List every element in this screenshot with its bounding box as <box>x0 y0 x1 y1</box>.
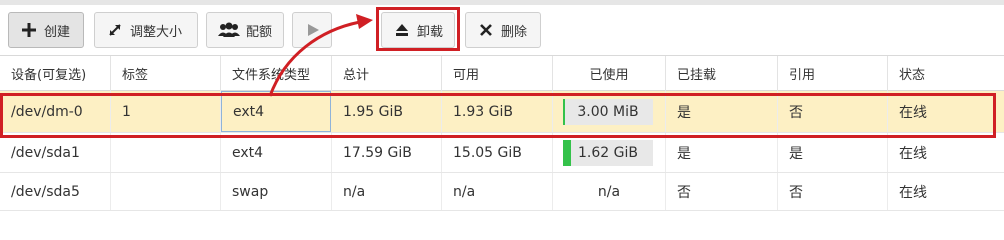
toolbar: 创建 调整大小 配额 卸载 删除 <box>0 5 1004 55</box>
cell-mounted: 否 <box>666 173 778 210</box>
cell-device: /dev/sda1 <box>0 133 111 172</box>
usage-bar: 1.62 GiB <box>563 140 653 166</box>
cell-status: 在线 <box>899 184 927 201</box>
header-used[interactable]: 已使用 <box>553 56 666 91</box>
table-header: 设备(可复选) 标签 文件系统类型 总计 可用 已使用 已挂载 引用 状态 <box>0 55 1004 91</box>
users-icon <box>218 21 240 39</box>
table-row[interactable]: /dev/sda1 ext4 17.59 GiB 15.05 GiB 1.62 … <box>0 133 1004 173</box>
cell-total: 17.59 GiB <box>332 133 442 172</box>
delete-button[interactable]: 删除 <box>465 12 541 48</box>
usage-text: 1.62 GiB <box>578 145 638 161</box>
cell-fs-type: swap <box>221 173 332 210</box>
close-x-icon <box>477 21 495 39</box>
disk-table: 设备(可复选) 标签 文件系统类型 总计 可用 已使用 已挂载 引用 状态 /d… <box>0 55 1004 225</box>
cell-label <box>111 133 221 172</box>
eject-highlight-box <box>376 7 460 51</box>
cell-total: n/a <box>332 173 442 210</box>
resize-arrows-icon <box>106 21 124 39</box>
cell-available: n/a <box>442 173 553 210</box>
play-icon <box>304 21 322 39</box>
cell-referenced: 是 <box>778 133 888 172</box>
quota-button[interactable]: 配额 <box>206 12 284 48</box>
header-status[interactable]: 状态 <box>888 56 1004 91</box>
cell-mounted: 是 <box>666 133 778 172</box>
resize-button[interactable]: 调整大小 <box>94 12 198 48</box>
header-available[interactable]: 可用 <box>442 56 553 91</box>
cell-fs-type: ext4 <box>221 133 332 172</box>
header-mounted[interactable]: 已挂载 <box>666 56 778 91</box>
header-fs-type[interactable]: 文件系统类型 <box>221 56 332 91</box>
cell-label <box>111 173 221 210</box>
selected-row-highlight-box <box>0 93 996 138</box>
table-row[interactable]: /dev/sda5 swap n/a n/a n/a 否 否 在线 <box>0 173 1004 211</box>
header-referenced[interactable]: 引用 <box>778 56 888 91</box>
plus-icon <box>20 21 38 39</box>
cell-status: 在线 <box>899 145 927 162</box>
delete-label: 删除 <box>501 24 528 40</box>
create-button[interactable]: 创建 <box>8 12 84 48</box>
usage-bar-fill <box>563 140 571 166</box>
cell-device: /dev/sda5 <box>0 173 111 210</box>
create-label: 创建 <box>44 24 71 40</box>
cell-used: n/a <box>553 173 666 210</box>
cell-referenced: 否 <box>778 173 888 210</box>
start-button[interactable] <box>292 12 332 48</box>
header-device[interactable]: 设备(可复选) <box>0 56 111 91</box>
header-total[interactable]: 总计 <box>332 56 442 91</box>
cell-available: 15.05 GiB <box>442 133 553 172</box>
quota-label: 配额 <box>246 24 273 40</box>
cell-used: 1.62 GiB <box>553 133 666 172</box>
header-label[interactable]: 标签 <box>111 56 221 91</box>
resize-label: 调整大小 <box>130 24 183 40</box>
